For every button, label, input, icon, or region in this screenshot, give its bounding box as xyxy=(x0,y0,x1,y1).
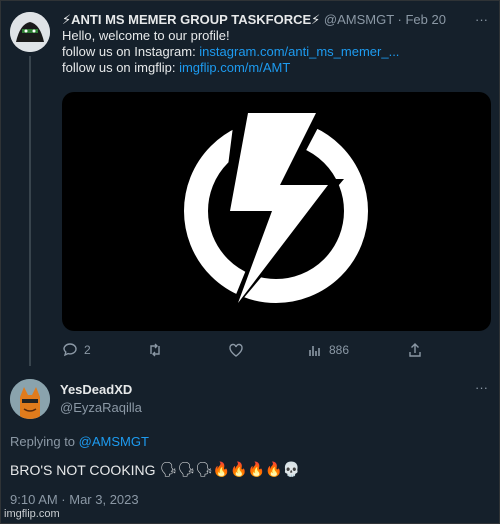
heart-icon xyxy=(229,343,243,357)
display-name[interactable]: ⚡ANTI MS MEMER GROUP TASKFORCE⚡ xyxy=(62,12,320,27)
tweet-content: ⚡ANTI MS MEMER GROUP TASKFORCE⚡ @AMSMGT … xyxy=(62,12,490,76)
tweet-actions: 2 886 xyxy=(62,342,490,360)
more-options-icon[interactable]: ··· xyxy=(475,12,488,28)
share-icon xyxy=(409,343,421,357)
imgflip-link[interactable]: imgflip.com/m/AMT xyxy=(179,60,290,75)
mask-avatar-icon xyxy=(10,12,50,52)
reply-count: 2 xyxy=(84,343,91,357)
tweet-line-1: Hello, welcome to our profile! xyxy=(62,28,230,43)
lightning-circle-logo-icon xyxy=(184,103,368,319)
like-button[interactable] xyxy=(228,342,250,358)
tweet-media[interactable] xyxy=(62,92,491,331)
instagram-link[interactable]: instagram.com/anti_ms_memer_... xyxy=(199,44,399,59)
views-count: 886 xyxy=(329,343,350,357)
watermark: imgflip.com xyxy=(4,508,60,520)
retweet-icon xyxy=(150,343,160,357)
reply-button[interactable]: 2 xyxy=(62,342,91,358)
thread-line xyxy=(29,56,31,366)
handle-and-date[interactable]: @AMSMGT · Feb 20 xyxy=(324,12,446,27)
display-name[interactable]: YesDeadXD xyxy=(60,382,132,397)
avatar[interactable] xyxy=(10,12,50,52)
cat-avatar-icon xyxy=(10,379,50,419)
retweet-button[interactable] xyxy=(147,342,169,358)
tweet-line-2: follow us on Instagram: instagram.com/an… xyxy=(62,44,490,60)
tweet-line-3: follow us on imgflip: imgflip.com/m/AMT xyxy=(62,60,490,76)
handle[interactable]: @EyzaRaqilla xyxy=(60,400,142,415)
tweet-text-content: BRO'S NOT COOKING xyxy=(10,462,156,478)
avatar[interactable] xyxy=(10,379,50,419)
views-button[interactable]: 886 xyxy=(307,342,349,358)
tweet-text: BRO'S NOT COOKING 🗣🗣🗣🔥🔥🔥🔥💀 xyxy=(10,462,300,478)
replying-to: Replying to @AMSMGT xyxy=(10,434,149,449)
more-options-icon[interactable]: ··· xyxy=(475,380,488,395)
emoji-sequence: 🗣🗣🗣🔥🔥🔥🔥💀 xyxy=(159,462,301,478)
imgflip-prefix: follow us on imgflip: xyxy=(62,60,180,75)
replying-handle-link[interactable]: @AMSMGT xyxy=(79,434,149,449)
share-button[interactable] xyxy=(407,342,423,358)
views-icon xyxy=(309,346,320,356)
replying-prefix: Replying to xyxy=(10,434,79,449)
instagram-prefix: follow us on Instagram: xyxy=(62,44,200,59)
reply-icon xyxy=(63,343,77,357)
tweet-timestamp[interactable]: 9:10 AM · Mar 3, 2023 xyxy=(10,492,139,507)
